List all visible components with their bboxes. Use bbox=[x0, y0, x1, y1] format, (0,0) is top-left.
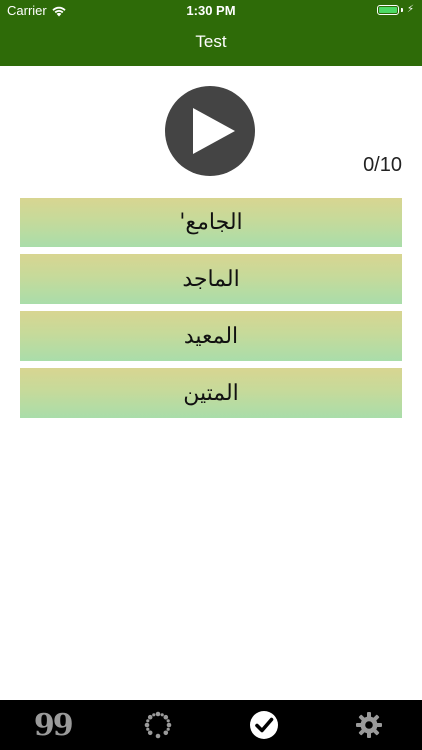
beads-icon bbox=[144, 711, 172, 739]
answer-option[interactable]: الماجد bbox=[20, 254, 402, 304]
answer-option[interactable]: المعيد bbox=[20, 311, 402, 361]
answer-option[interactable]: الجامع' bbox=[20, 198, 402, 247]
gear-icon bbox=[356, 712, 383, 738]
tab-settings[interactable] bbox=[339, 700, 399, 750]
battery-body bbox=[376, 4, 399, 15]
bolt-icon: ⚡ bbox=[406, 4, 414, 15]
progress-counter: 0/10 bbox=[363, 154, 402, 176]
answer-options: الجامع' الماجد المعيد المتين bbox=[20, 198, 402, 425]
status-bar: Carrier 1:30 PM ⚡ bbox=[0, 0, 422, 22]
battery-level bbox=[378, 6, 397, 13]
answer-option[interactable]: المتين bbox=[20, 368, 402, 418]
battery-icon: ⚡ bbox=[376, 4, 414, 15]
page-title: Test bbox=[195, 32, 227, 51]
play-icon bbox=[193, 108, 235, 154]
checkmark-icon bbox=[249, 711, 278, 739]
header: Carrier 1:30 PM ⚡ Test bbox=[0, 0, 422, 66]
battery-cap bbox=[400, 7, 403, 12]
tab-test[interactable] bbox=[234, 700, 294, 750]
tab-beads[interactable] bbox=[128, 700, 188, 750]
quotes-icon: 99 bbox=[33, 707, 74, 743]
tab-bar: 99 bbox=[0, 700, 422, 750]
tab-names[interactable]: 99 bbox=[23, 700, 83, 750]
play-button[interactable] bbox=[165, 86, 255, 176]
status-time: 1:30 PM bbox=[186, 3, 236, 18]
